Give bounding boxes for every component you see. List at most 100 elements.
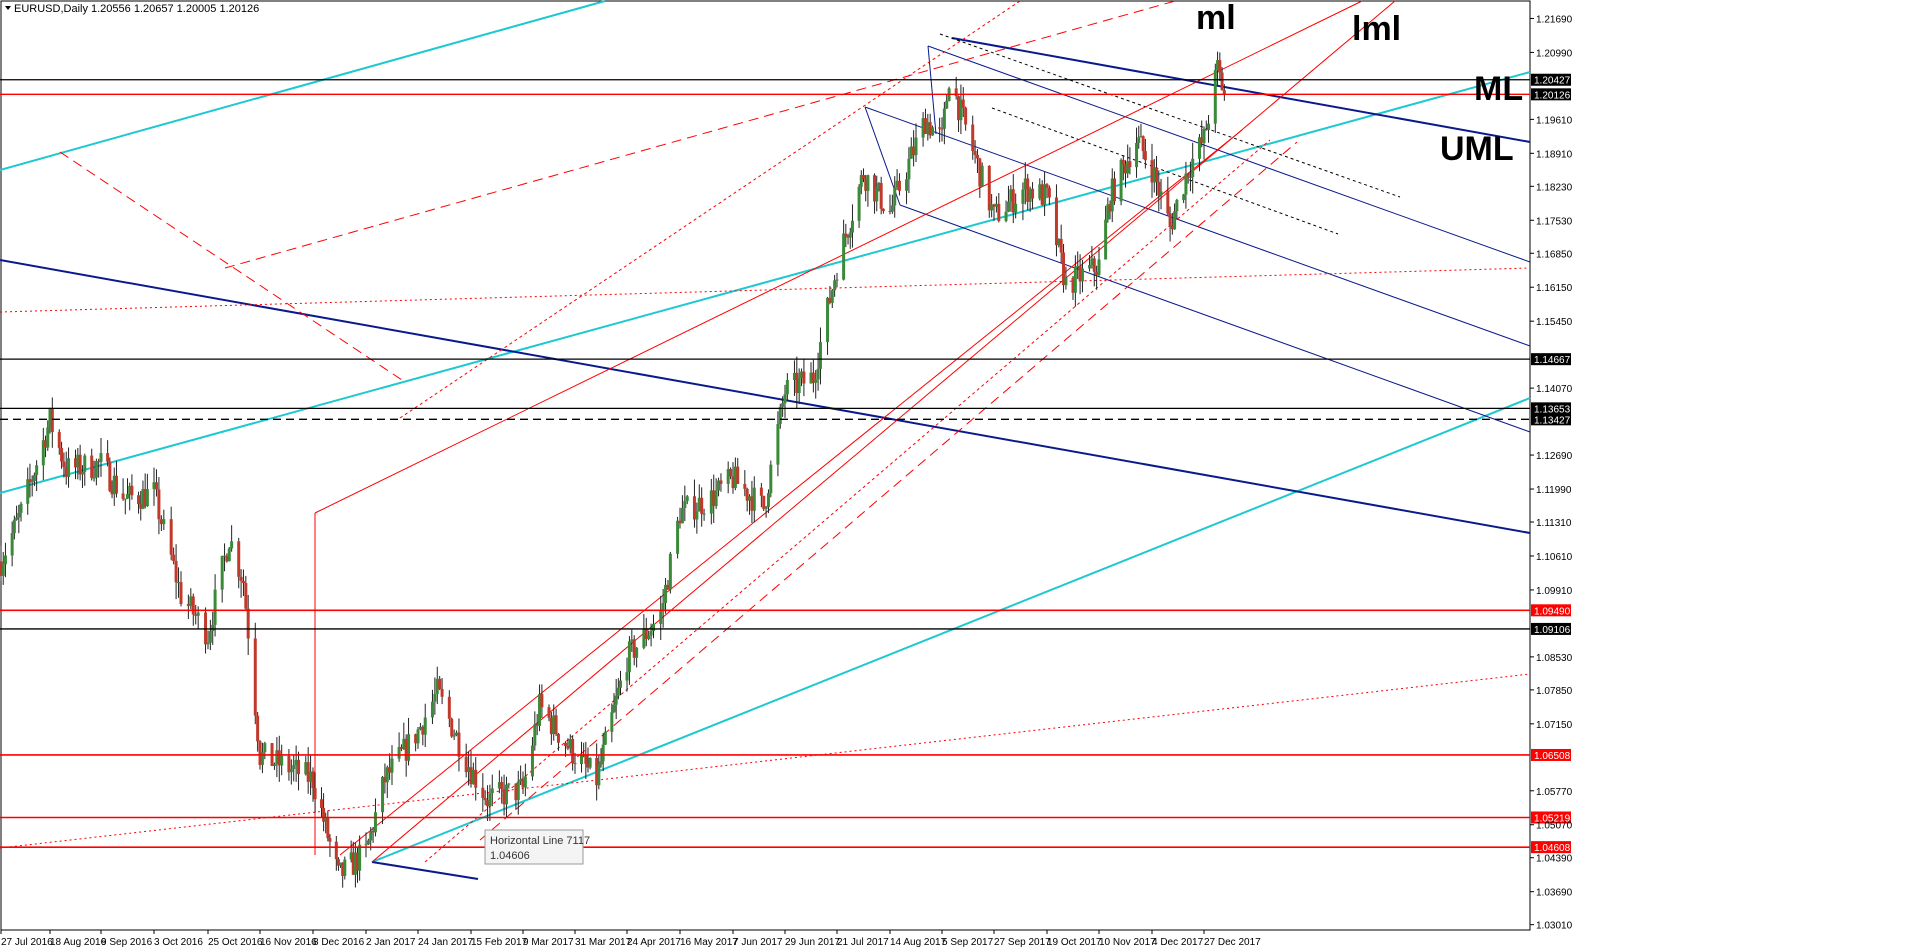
x-tick-label: 24 Apr 2017 (627, 937, 681, 948)
candle-down (743, 483, 747, 489)
candle-up (769, 464, 773, 494)
candle-up (848, 232, 852, 238)
candle-up (1014, 203, 1018, 213)
candle-up (208, 630, 212, 643)
candle-up (343, 859, 347, 876)
candle-up (488, 793, 492, 807)
price-chart[interactable]: 1.204271.201261.146671.136531.134271.094… (0, 0, 1915, 952)
candle-up (942, 108, 946, 129)
candle-down (879, 183, 883, 209)
candle-up (685, 496, 689, 502)
candle-up (260, 752, 264, 765)
candle-up (433, 693, 437, 702)
candle-down (174, 560, 178, 583)
candle-up (597, 764, 601, 786)
candle-down (440, 689, 444, 697)
y-tick-label: 1.19610 (1536, 115, 1573, 126)
candle-up (647, 635, 651, 640)
candle-up (659, 611, 663, 624)
candle-down (1222, 90, 1226, 95)
candle-up (797, 378, 801, 394)
y-tick-label: 1.17530 (1536, 216, 1573, 227)
candle-up (627, 641, 631, 673)
candle-up (196, 612, 200, 616)
candle-up (601, 744, 605, 762)
candle-up (814, 379, 818, 383)
candle-down (154, 482, 158, 490)
candle-up (364, 844, 368, 846)
candle-up (407, 734, 411, 761)
candle-up (390, 758, 394, 773)
candle-up (945, 100, 949, 109)
candle-down (1188, 176, 1192, 178)
candle-up (850, 220, 854, 233)
candle-up (714, 490, 718, 507)
y-tick-label: 1.11310 (1536, 518, 1572, 529)
price-label-text: 1.09106 (1534, 625, 1571, 636)
price-label-text: 1.04608 (1534, 843, 1571, 854)
candle-up (610, 712, 614, 732)
x-tick-label: 14 Aug 2017 (890, 937, 947, 948)
candle-down (172, 554, 176, 561)
candle-down (319, 799, 323, 809)
candle-down (1059, 238, 1063, 253)
candle-up (680, 508, 684, 524)
candle-up (430, 701, 434, 718)
candle-up (668, 553, 672, 590)
annotation-UML: UML (1440, 130, 1514, 168)
x-tick-label: 15 Feb 2017 (471, 937, 528, 948)
candle-up (35, 465, 39, 476)
candle-down (762, 495, 766, 509)
candle-up (842, 233, 846, 280)
candle-up (12, 519, 16, 534)
candle-down (1128, 161, 1132, 168)
candle-up (366, 840, 370, 845)
candle-up (289, 769, 293, 773)
candle-up (17, 512, 21, 518)
candle-up (126, 493, 129, 499)
candle-up (416, 729, 420, 744)
candle-down (547, 707, 551, 718)
candle-down (881, 208, 885, 212)
candle-down (1218, 60, 1222, 73)
candle-up (683, 501, 687, 509)
candle-up (490, 788, 494, 794)
candle-up (99, 453, 103, 462)
x-tick-label: 16 Nov 2016 (260, 937, 317, 948)
y-tick-label: 1.07150 (1536, 720, 1573, 731)
candle-down (1112, 178, 1116, 202)
candle-up (818, 342, 822, 369)
candle-down (90, 455, 94, 478)
tooltip-title: Horizontal Line 7117 (490, 835, 590, 847)
candle-down (457, 732, 461, 757)
candle-down (60, 447, 64, 462)
x-tick-label: 31 Mar 2017 (575, 937, 632, 948)
candle-up (1137, 137, 1141, 143)
candle-up (1104, 219, 1108, 260)
candle-down (1092, 258, 1096, 272)
candle-down (447, 696, 451, 719)
x-tick-label: 4 Dec 2017 (1152, 937, 1204, 948)
candle-down (483, 798, 487, 801)
candle-up (83, 455, 87, 472)
candle-up (523, 776, 527, 788)
candle-up (92, 477, 96, 479)
candle-up (830, 290, 834, 303)
candle-up (162, 519, 166, 525)
candle-down (78, 454, 82, 475)
y-tick-label: 1.12690 (1536, 451, 1573, 462)
candle-down (961, 99, 965, 108)
candle-up (833, 280, 837, 291)
candle-up (230, 541, 234, 549)
candle-up (580, 755, 583, 765)
candle-up (516, 781, 520, 801)
candle-down (481, 787, 485, 799)
candle-down (973, 151, 977, 155)
candle-down (114, 475, 118, 494)
x-tick-label: 18 Aug 2016 (50, 937, 107, 948)
x-tick-label: 24 Jan 2017 (418, 937, 473, 948)
candle-down (1143, 151, 1147, 161)
annotation-lml: lml (1352, 10, 1401, 48)
candle-up (588, 757, 592, 768)
y-tick-label: 1.16850 (1536, 249, 1573, 260)
